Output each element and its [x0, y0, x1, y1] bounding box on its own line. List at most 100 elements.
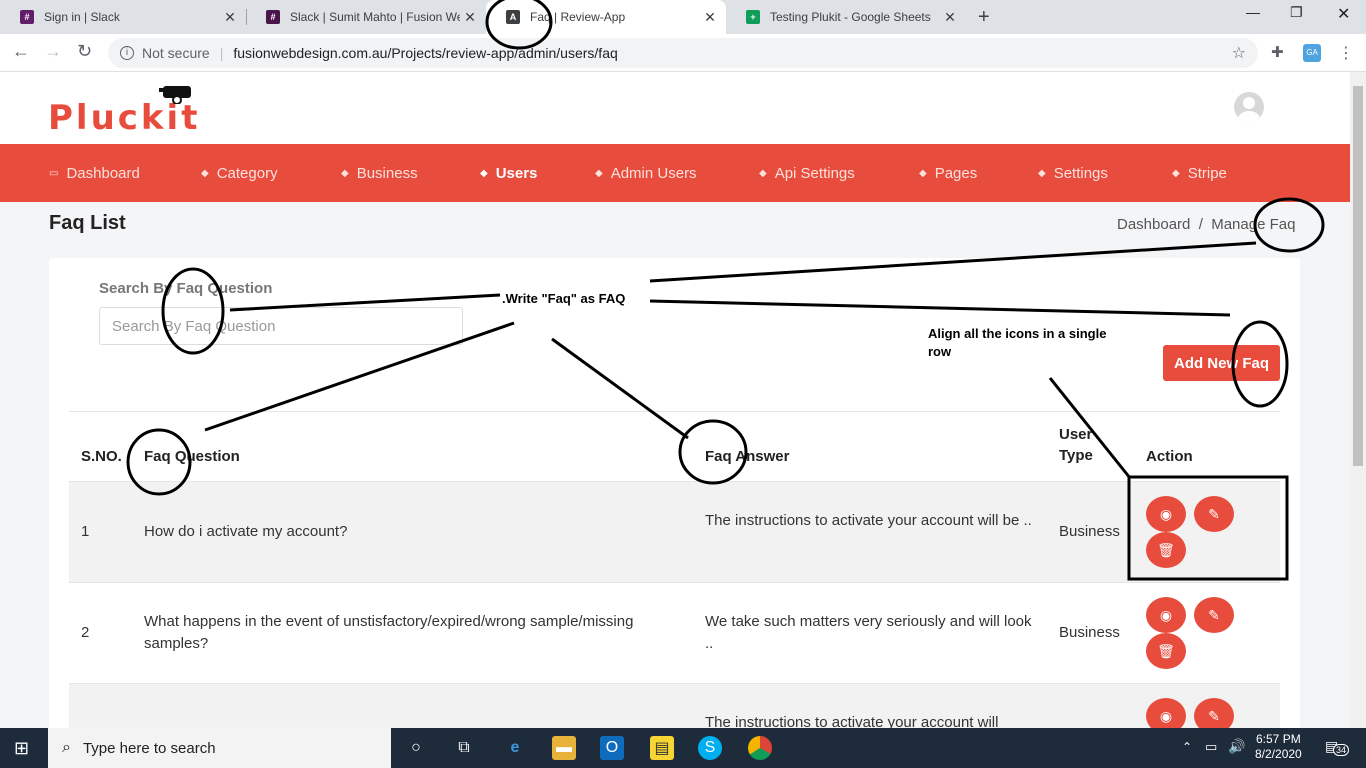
slack-icon: # [20, 10, 34, 24]
scrollbar[interactable] [1350, 72, 1366, 728]
edit-button[interactable]: ✎ [1194, 496, 1234, 532]
annotation-note: .Write "Faq" as FAQ [502, 291, 626, 306]
nav-category[interactable]: ◆ Category [201, 144, 278, 202]
address-bar[interactable]: i Not secure | fusionwebdesign.com.au/Pr… [108, 38, 1258, 68]
close-tab-icon[interactable]: ✕ [700, 9, 720, 26]
nav-business[interactable]: ◆ Business [341, 144, 418, 202]
cortana-icon[interactable]: ○ [404, 736, 428, 760]
layers-icon: ◆ [595, 167, 603, 179]
trash-icon: 🗑 [1157, 541, 1175, 558]
eye-icon: ◉ [1159, 606, 1173, 623]
nav-admin-users[interactable]: ◆ Admin Users [595, 144, 697, 202]
minimize-icon[interactable]: — [1246, 4, 1260, 20]
table-row: The instructions to activate your accoun… [69, 683, 1280, 728]
layers-icon: ◆ [201, 167, 209, 179]
edge-icon[interactable]: e [503, 736, 527, 760]
browser-tab-active[interactable]: A Faq | Review-App ✕ [486, 0, 726, 34]
browser-tab[interactable]: # Sign in | Slack ✕ [0, 0, 246, 34]
reload-icon[interactable]: ↻ [77, 41, 92, 62]
nav-pages[interactable]: ◆ Pages [919, 144, 977, 202]
page-title: Faq List [49, 212, 126, 234]
layers-icon: ◆ [341, 167, 349, 179]
maximize-icon[interactable]: ❐ [1290, 4, 1303, 21]
eye-icon: ◉ [1159, 505, 1173, 522]
scrollbar-thumb[interactable] [1353, 86, 1363, 466]
browser-tabstrip: # Sign in | Slack ✕ # Slack | Sumit Maht… [0, 0, 1366, 34]
nav-stripe[interactable]: ◆ Stripe [1172, 144, 1227, 202]
nav-settings[interactable]: ◆ Settings [1038, 144, 1108, 202]
window-close-icon[interactable]: ✕ [1337, 4, 1350, 24]
browser-toolbar: ← → ↻ i Not secure | fusionwebdesign.com… [0, 34, 1366, 72]
page: Pluckit ▭ Dashboard ◆ Category ◆ Business ◆… [0, 72, 1350, 728]
search-label: Search By Faq Question [99, 280, 273, 297]
edit-icon: ✎ [1208, 606, 1220, 623]
slack-icon: # [266, 10, 280, 24]
col-answer: Faq Answer [705, 448, 790, 465]
nav-api-settings[interactable]: ◆ Api Settings [759, 144, 855, 202]
avatar[interactable] [1234, 92, 1264, 122]
menu-icon[interactable]: ⋮ [1338, 43, 1354, 63]
new-tab-icon[interactable]: + [978, 6, 990, 29]
tray-chevron-icon[interactable]: ⌃ [1182, 740, 1192, 754]
extension-icon[interactable]: GA [1303, 44, 1321, 62]
taskbar-search[interactable]: ⌕ Type here to search [48, 728, 391, 768]
col-question: Faq Question [144, 448, 240, 465]
divider [69, 411, 1280, 412]
info-icon[interactable]: i [120, 46, 134, 60]
close-tab-icon[interactable]: ✕ [220, 9, 240, 26]
close-tab-icon[interactable]: ✕ [940, 9, 960, 26]
add-faq-button[interactable]: Add New Faq [1163, 345, 1280, 381]
col-user-type: User Type [1059, 426, 1093, 464]
col-sno: S.NO. [81, 448, 122, 465]
edit-icon: ✎ [1208, 707, 1220, 724]
outlook-icon[interactable]: O [600, 736, 624, 760]
col-action: Action [1146, 448, 1193, 465]
trash-icon: 🗑 [1157, 642, 1175, 659]
search-icon: ⌕ [62, 739, 71, 756]
main-nav: ▭ Dashboard ◆ Category ◆ Business ◆ Users ◆ A… [0, 144, 1350, 202]
sticky-notes-icon[interactable]: ▤ [650, 736, 674, 760]
monitor-icon: ▭ [49, 167, 59, 179]
url-text[interactable]: fusionwebdesign.com.au/Projects/review-a… [233, 45, 617, 61]
nav-dashboard[interactable]: ▭ Dashboard [49, 144, 140, 202]
extensions-icon[interactable]: ✚ [1271, 43, 1284, 61]
taskbar-clock[interactable]: 6:57 PM 8/2/2020 [1255, 732, 1302, 762]
view-button[interactable]: ◉ [1146, 698, 1186, 728]
close-tab-icon[interactable]: ✕ [460, 9, 480, 26]
layers-icon: ◆ [759, 167, 767, 179]
volume-icon[interactable]: 🔊 [1228, 738, 1245, 755]
search-input[interactable] [99, 307, 463, 345]
delete-button[interactable]: 🗑 [1146, 532, 1186, 568]
edit-button[interactable]: ✎ [1194, 698, 1234, 728]
skype-icon[interactable]: S [698, 736, 722, 760]
nav-users[interactable]: ◆ Users [480, 144, 537, 202]
back-icon[interactable]: ← [12, 41, 30, 62]
windows-start-icon[interactable]: ⊞ [14, 738, 29, 759]
site-logo[interactable]: Pluckit [48, 98, 200, 138]
browser-tab[interactable]: # Slack | Sumit Mahto | Fusion Web ✕ [246, 0, 486, 34]
edit-button[interactable]: ✎ [1194, 597, 1234, 633]
battery-icon[interactable]: ▭ [1205, 739, 1217, 755]
layers-icon: ◆ [1172, 167, 1180, 179]
file-explorer-icon[interactable]: ▬ [552, 736, 576, 760]
sheets-icon: + [746, 10, 760, 24]
forward-icon[interactable]: → [44, 41, 62, 62]
breadcrumb[interactable]: Dashboard / Manage Faq [1117, 216, 1295, 233]
app-icon: A [506, 10, 520, 24]
site-header: Pluckit [0, 72, 1350, 144]
browser-tab[interactable]: + Testing Plukit - Google Sheets ✕ [726, 0, 966, 34]
delete-button[interactable]: 🗑 [1146, 633, 1186, 669]
eye-icon: ◉ [1159, 707, 1173, 724]
table-row: 2 What happens in the event of unstisfac… [69, 582, 1280, 683]
table-row: 1 How do i activate my account? The inst… [69, 481, 1280, 582]
task-view-icon[interactable]: ⧉ [452, 736, 476, 760]
view-button[interactable]: ◉ [1146, 496, 1186, 532]
view-button[interactable]: ◉ [1146, 597, 1186, 633]
chrome-icon[interactable] [748, 736, 772, 760]
logo-hand-icon [159, 86, 191, 104]
star-icon[interactable]: ☆ [1232, 43, 1246, 63]
layers-icon: ◆ [919, 167, 927, 179]
annotation-note: Align all the icons in a single row [928, 326, 1107, 359]
notification-icon[interactable]: ▤ 34 [1325, 738, 1350, 758]
layers-icon: ◆ [1038, 167, 1046, 179]
